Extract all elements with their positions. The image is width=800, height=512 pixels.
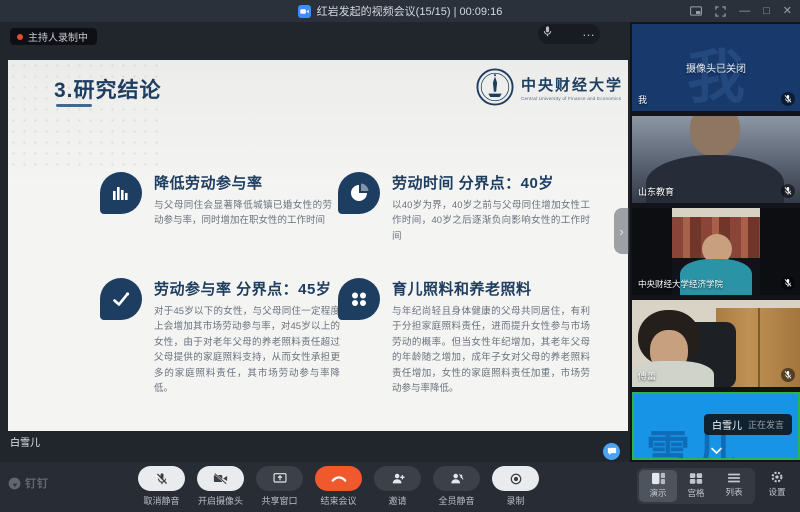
gear-icon	[770, 470, 784, 484]
dingtalk-logo-text: 钉钉	[25, 475, 49, 491]
unmute-button[interactable]: 取消静音	[132, 466, 191, 507]
view-presentation-button[interactable]: 演示	[639, 470, 677, 502]
chevron-down-icon	[710, 442, 723, 460]
list-view-icon	[727, 472, 741, 484]
more-icon[interactable]: …	[582, 28, 596, 41]
host-recording-badge: 主持人录制中	[10, 28, 97, 45]
maximize-icon[interactable]: □	[763, 6, 770, 17]
video-camera-icon	[298, 5, 311, 18]
block-heading: 劳动时间 分界点：40岁	[392, 172, 590, 193]
mic-muted-icon	[781, 92, 795, 106]
mic-icon[interactable]	[542, 25, 553, 43]
participant-name: 中央财经大学经济学院	[638, 278, 723, 290]
record-button[interactable]: 录制	[486, 466, 545, 507]
grid-view-icon	[689, 472, 703, 485]
block-heading: 育儿照料和养老照料	[392, 278, 590, 299]
university-name-en: Central University of Finance and Econom…	[521, 96, 623, 101]
shared-slide: 3.研究结论 中央财经大学 Central University of Fina…	[8, 60, 628, 431]
close-icon[interactable]: ✕	[783, 6, 792, 17]
speaking-badge: 白雪儿 正在发言	[704, 414, 792, 435]
invite-icon[interactable]	[374, 466, 421, 491]
chat-bubble-icon[interactable]	[603, 443, 620, 460]
participants-sidebar: 我 摄像头已关闭 我 山东教育 中央财经大学经济学院	[630, 22, 800, 462]
slide-block-work-hours: 劳动时间 分界点：40岁 以40岁为界，40岁之前与父母同住增加女性工作时间，4…	[338, 172, 590, 244]
mic-off-icon[interactable]	[138, 466, 185, 491]
dingtalk-logo: 钉钉	[8, 475, 49, 491]
mic-muted-icon	[781, 276, 795, 290]
block-heading: 劳动参与率 分界点：45岁	[154, 278, 340, 299]
mic-muted-icon	[781, 368, 795, 382]
participant-tile[interactable]: 山东教育	[632, 116, 800, 203]
window-title-group: 红岩发起的视频会议(15/15) | 00:09:16	[298, 3, 503, 19]
participant-tile[interactable]: 傅蕾	[632, 300, 800, 387]
camera-off-icon[interactable]	[197, 466, 244, 491]
toolbar: 钉钉 取消静音 开启摄像头 共享窗口	[0, 462, 800, 512]
block-body: 与年纪尚轻且身体健康的父母共同居住，有利于分担家庭照料责任，进而提升女性参与市场…	[392, 304, 590, 396]
titlebar: 红岩发起的视频会议(15/15) | 00:09:16 — □ ✕	[0, 0, 800, 22]
mute-all-icon[interactable]	[433, 466, 480, 491]
record-icon[interactable]	[492, 466, 539, 491]
bar-chart-icon	[100, 172, 142, 214]
presenter-name: 白雪儿	[10, 434, 40, 449]
mute-all-button[interactable]: 全员静音	[427, 466, 486, 507]
block-body: 与父母同住会显著降低城镇已婚女性的劳动参与率，同时增加在职女性的工作时间	[154, 198, 332, 229]
stage-controls: …	[538, 24, 600, 44]
slide-title: 3.研究结论	[54, 74, 162, 104]
meeting-window: 红岩发起的视频会议(15/15) | 00:09:16 — □ ✕ 主持人录制中…	[0, 0, 800, 512]
participant-name: 山东教育	[638, 185, 674, 198]
fullscreen-icon[interactable]	[715, 6, 726, 17]
participant-name: 我	[638, 93, 647, 106]
four-dots-icon	[338, 278, 380, 320]
university-emblem-icon	[476, 68, 514, 106]
slide-block-labor-participation: 降低劳动参与率 与父母同住会显著降低城镇已婚女性的劳动参与率，同时增加在职女性的…	[100, 172, 332, 229]
stage: 主持人录制中 … 3.研究结论 中央财经大学	[0, 22, 630, 462]
minimize-icon[interactable]: —	[739, 6, 750, 17]
university-name-cn: 中央财经大学	[521, 74, 623, 95]
pip-icon[interactable]	[690, 6, 702, 16]
participant-name: 傅蕾	[638, 369, 656, 382]
presentation-view-icon	[651, 472, 666, 485]
slide-title-underline	[56, 104, 92, 107]
camera-off-text: 摄像头已关闭	[632, 60, 800, 75]
chevron-right-icon[interactable]: ›	[614, 208, 629, 254]
block-heading: 降低劳动参与率	[154, 172, 332, 193]
block-body: 以40岁为界，40岁之前与父母同住增加女性工作时间，40岁之后逐渐负向影响女性的…	[392, 198, 590, 244]
window-title: 红岩发起的视频会议(15/15) | 00:09:16	[317, 3, 503, 19]
end-meeting-button[interactable]: 结束会议	[309, 466, 368, 507]
university-logo: 中央财经大学 Central University of Finance and…	[476, 68, 623, 106]
view-grid-button[interactable]: 宫格	[677, 470, 715, 502]
speaking-status: 正在发言	[748, 418, 784, 431]
camera-on-button[interactable]: 开启摄像头	[191, 466, 250, 507]
check-line-icon	[100, 278, 142, 320]
recording-dot-icon	[17, 34, 23, 40]
slide-block-childcare-eldercare: 育儿照料和养老照料 与年纪尚轻且身体健康的父母共同居住，有利于分担家庭照料责任，…	[338, 278, 590, 396]
share-screen-icon[interactable]	[256, 466, 303, 491]
participant-tile-me[interactable]: 我 摄像头已关闭 我	[632, 24, 800, 111]
end-call-icon[interactable]	[315, 466, 362, 491]
settings-button[interactable]: 设置	[760, 470, 794, 498]
host-badge-label: 主持人录制中	[28, 29, 88, 44]
block-body: 对于45岁以下的女性，与父母同住一定程度上会增加其市场劳动参与率，对45岁以上的…	[154, 304, 340, 396]
mic-muted-icon	[781, 184, 795, 198]
dingtalk-logo-icon	[8, 477, 21, 490]
view-list-button[interactable]: 列表	[715, 470, 753, 502]
view-switcher: 演示 宫格 列表	[637, 468, 755, 504]
participant-tile-speaking[interactable]: 雪儿 白雪儿 正在发言	[632, 392, 800, 460]
slide-block-participation-threshold: 劳动参与率 分界点：45岁 对于45岁以下的女性，与父母同住一定程度上会增加其市…	[100, 278, 340, 396]
participant-tile[interactable]: 中央财经大学经济学院	[632, 208, 800, 295]
share-window-button[interactable]: 共享窗口	[250, 466, 309, 507]
invite-button[interactable]: 邀请	[368, 466, 427, 507]
participant-name: 白雪儿	[712, 417, 742, 432]
pie-chart-icon	[338, 172, 380, 214]
